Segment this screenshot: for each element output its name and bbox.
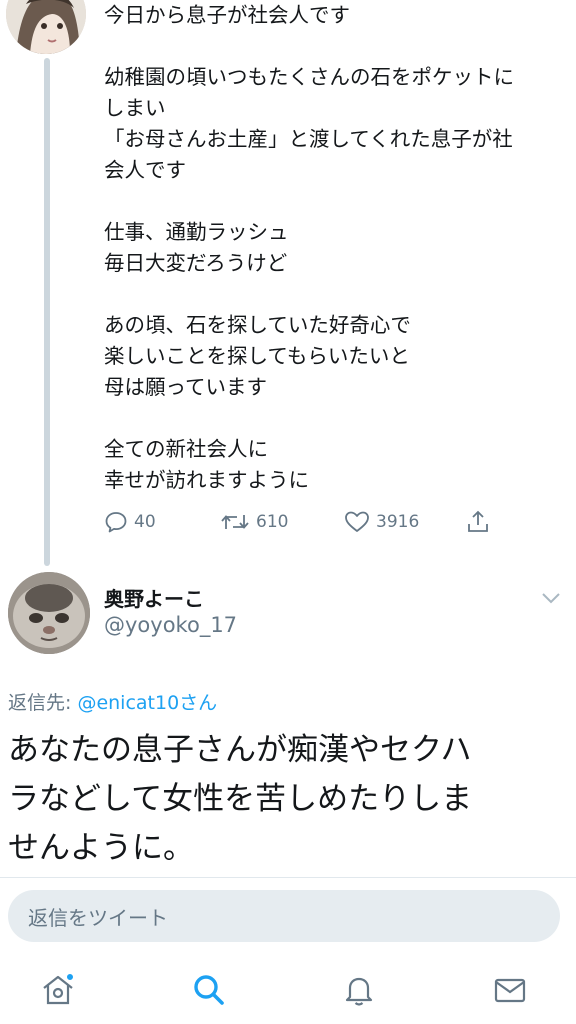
- bottom-tab-bar: [0, 958, 576, 1024]
- reply-author-name[interactable]: 奥野よーこ: [104, 583, 204, 612]
- text-line: 全ての新社会人に: [104, 437, 268, 461]
- replying-to-prefix: 返信先:: [8, 692, 78, 714]
- chevron-down-icon: [542, 593, 560, 604]
- tweet-action-bar: 40 610 3916: [104, 508, 504, 536]
- text-line: [104, 31, 564, 62]
- text-line: 母は願っています: [104, 375, 267, 399]
- reply-count: 40: [134, 512, 156, 532]
- text-line: 仕事、通勤ラッシュ: [104, 220, 289, 244]
- text-line: 会人です: [104, 158, 186, 182]
- retweet-count: 610: [256, 512, 289, 532]
- retweet-icon: [221, 515, 249, 529]
- text-line: 幼稚園の頃いつもたくさんの石をポケットに: [104, 65, 514, 89]
- text-line: [104, 186, 564, 217]
- text-line: 「お母さんお土産」と渡してくれた息子が社: [104, 127, 513, 151]
- comment-icon: [105, 512, 127, 533]
- bell-icon: [345, 977, 373, 1006]
- cat-photo: [8, 572, 90, 654]
- unread-indicator-dot: [65, 972, 75, 982]
- replying-to-line: 返信先: @enicat10さん: [8, 688, 217, 715]
- tab-search[interactable]: [190, 972, 226, 1012]
- text-line: せんように。: [8, 830, 194, 866]
- tab-messages[interactable]: [492, 972, 528, 1012]
- more-options-button[interactable]: [540, 590, 562, 609]
- mail-icon: [494, 978, 526, 1003]
- text-line: しまい: [104, 96, 166, 120]
- text-line: あの頃、石を探していた好奇心で: [104, 313, 411, 337]
- reply-author-handle[interactable]: @yoyoko_17: [104, 613, 237, 637]
- avatar-illustration: [6, 0, 86, 54]
- retweet-action[interactable]: 610: [220, 508, 288, 536]
- like-action[interactable]: 3916: [344, 508, 419, 536]
- thread-connector-line: [44, 58, 50, 566]
- tab-notifications[interactable]: [341, 972, 377, 1012]
- text-line: 今日から息子が社会人です: [104, 3, 350, 27]
- text-line: 幸せが訪れますように: [104, 468, 309, 492]
- divider: [0, 877, 576, 878]
- share-icon: [468, 510, 488, 532]
- parent-tweet-text: 今日から息子が社会人です幼稚園の頃いつもたくさんの石をポケットに しまい「お母さん…: [104, 0, 564, 496]
- reply-tweet-text: あなたの息子さんが痴漢やセクハ ラなどして女性を苦しめたりしま せんように。: [8, 726, 568, 873]
- text-line: [104, 279, 564, 310]
- text-line: ラなどして女性を苦しめたりしま: [8, 781, 473, 817]
- heart-icon: [345, 511, 369, 532]
- text-line: あなたの息子さんが痴漢やセクハ: [8, 732, 472, 768]
- search-icon: [194, 975, 224, 1005]
- reply-action[interactable]: 40: [104, 508, 156, 536]
- replying-to-link[interactable]: @enicat10さん: [77, 692, 217, 714]
- like-count: 3916: [376, 512, 420, 532]
- parent-tweet-avatar[interactable]: [6, 0, 86, 54]
- text-line: 毎日大変だろうけど: [104, 251, 288, 275]
- text-line: [104, 403, 564, 434]
- reply-author-avatar[interactable]: [8, 572, 90, 654]
- share-action[interactable]: [466, 508, 490, 536]
- text-line: 楽しいことを探してもらいたいと: [104, 344, 410, 368]
- reply-composer-placeholder: 返信をツイート: [28, 905, 168, 930]
- reply-composer-input[interactable]: 返信をツイート: [8, 890, 560, 942]
